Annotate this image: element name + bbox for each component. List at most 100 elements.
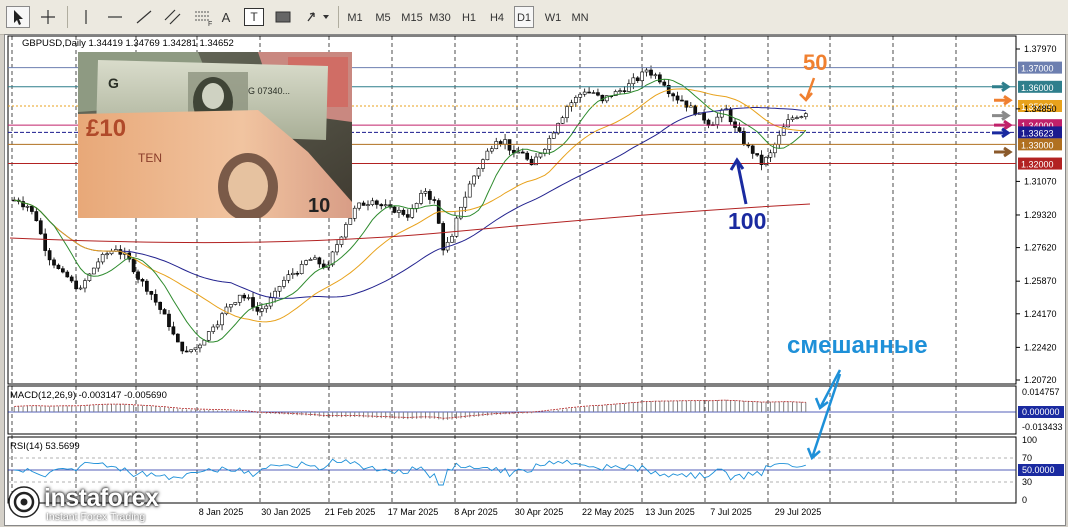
date-tick-label: 22 May 2025 [582, 507, 634, 517]
candle-bull [348, 218, 353, 225]
candle-bull [339, 236, 344, 245]
candle-bull [83, 280, 87, 289]
candle-bull [313, 257, 317, 260]
candle-bull [450, 235, 454, 243]
annotation-ma100: 100 [728, 208, 766, 234]
candle-bear [662, 81, 667, 86]
price-tick-label: 1.31070 [1024, 176, 1057, 186]
candle-bull [264, 305, 269, 310]
instaforex-emblem-icon [8, 486, 40, 518]
svg-text:G 07340...: G 07340... [248, 86, 290, 96]
candle-bear [680, 99, 684, 102]
candle-bull [246, 297, 251, 299]
svg-text:£10: £10 [86, 115, 126, 142]
price-tick-label: 1.37970 [1024, 44, 1057, 54]
candle-bear [428, 191, 432, 200]
candle-bull [206, 331, 211, 341]
candle-bull [198, 344, 202, 349]
candle-bull [503, 139, 507, 145]
candle-bear [61, 268, 65, 273]
date-tick-label: 8 Apr 2025 [454, 507, 498, 517]
level-arrow-icon [992, 127, 1011, 139]
rsi-tick-label: 70 [1022, 453, 1032, 463]
level-price-label: 1.33623 [1021, 128, 1054, 138]
candle-bear [158, 301, 162, 310]
candle-bull [237, 294, 242, 303]
candle-bull [551, 132, 556, 139]
candle-bull [472, 175, 476, 185]
candle-bull [282, 279, 286, 287]
candle-bull [366, 204, 370, 206]
candle-bull [410, 208, 415, 218]
candle-bull [481, 159, 485, 169]
candle-bear [507, 139, 512, 151]
candle-bull [277, 286, 282, 292]
candle-bull [105, 253, 109, 256]
candle-bull [795, 117, 799, 119]
price-tick-label: 1.25870 [1024, 276, 1057, 286]
price-tick-label: 1.34850 [1024, 104, 1057, 114]
candle-bull [768, 152, 773, 158]
candle-bear [153, 294, 158, 303]
candle-bear [374, 200, 379, 205]
candle-bull [308, 259, 313, 261]
candle-bear [520, 151, 525, 154]
date-tick-label: 29 Jul 2025 [775, 507, 822, 517]
price-tick-label: 1.29320 [1024, 210, 1057, 220]
candle-bear [43, 233, 48, 251]
candle-bear [675, 95, 680, 101]
candle-bear [401, 209, 406, 215]
level-price-label: 1.32000 [1021, 160, 1054, 170]
candle-bear [180, 341, 185, 352]
price-tick-label: 1.27620 [1024, 243, 1057, 253]
candle-bear [649, 69, 653, 76]
candle-bear [622, 90, 627, 92]
candle-bear [175, 333, 180, 343]
candle-bear [441, 223, 446, 251]
candle-bull [618, 90, 622, 92]
level-arrow-icon [994, 94, 1013, 106]
candle-bull [777, 134, 782, 145]
rsi-title: RSI(14) 53.5699 [10, 441, 80, 452]
candle-bull [344, 224, 348, 238]
candle-bear [184, 350, 189, 353]
candle-bull [786, 119, 790, 128]
candle-bear [167, 313, 171, 328]
candle-bull [591, 92, 596, 94]
candle-bull [573, 97, 578, 104]
banknotes-photo: G G 07340... £10 TEN 10 [78, 52, 352, 218]
candle-bear [47, 250, 52, 261]
macd-tick-label: 0.000000 [1022, 407, 1060, 417]
annotation-ma50: 50 [803, 50, 827, 75]
candle-bear [392, 206, 397, 213]
level-price-label: 1.36000 [1021, 83, 1054, 93]
candle-bull [631, 77, 636, 85]
candle-bear [149, 291, 154, 295]
candle-bear [733, 121, 737, 128]
candle-bear [145, 280, 149, 292]
price-tick-label: 1.22420 [1024, 342, 1057, 352]
candle-bull [260, 308, 264, 312]
candle-bull [640, 71, 645, 81]
price-tick-label: 1.24170 [1024, 309, 1057, 319]
candle-bear [251, 297, 255, 308]
candle-bull [233, 302, 238, 305]
candle-bear [498, 141, 503, 145]
candle-bear [56, 264, 61, 269]
candle-bear [737, 127, 742, 132]
annotation-arrow-icon [806, 373, 842, 461]
candle-bull [414, 203, 419, 209]
candle-bull [273, 290, 277, 299]
candle-bear [635, 77, 640, 81]
candle-bear [750, 145, 755, 154]
candle-bear [140, 279, 145, 282]
svg-text:TEN: TEN [138, 151, 162, 165]
annotation-mixed: смешанные [787, 332, 928, 359]
candle-bear [361, 202, 366, 206]
candle-bull [189, 349, 193, 352]
watermark-tagline: Instant Forex Trading [46, 511, 146, 523]
candle-bull [96, 261, 101, 269]
date-tick-label: 7 Jul 2025 [710, 507, 752, 517]
candle-bear [317, 257, 322, 265]
candle-bull [799, 116, 804, 118]
